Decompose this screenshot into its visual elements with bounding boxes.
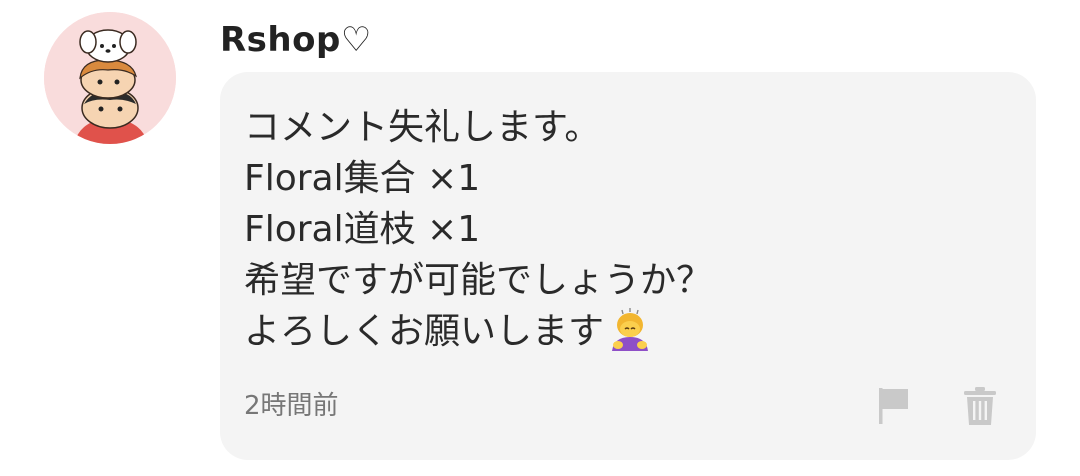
comment-message: コメント失礼します。 Floral集合 ×1 Floral道枝 ×1 希望ですが… xyxy=(244,102,1024,357)
comment-item: Rshop♡ コメント失礼します。 Floral集合 ×1 Floral道枝 ×… xyxy=(0,0,1080,476)
message-line: Floral集合 ×1 xyxy=(244,158,481,199)
username[interactable]: Rshop♡ xyxy=(220,12,372,68)
message-line: コメント失礼します。 xyxy=(244,107,601,148)
report-button[interactable] xyxy=(872,382,916,430)
person-bowing-emoji-icon xyxy=(612,308,649,351)
avatar-character-icon xyxy=(44,12,176,144)
comment-bubble: コメント失礼します。 Floral集合 ×1 Floral道枝 ×1 希望ですが… xyxy=(220,72,1036,460)
message-line-last: よろしくお願いします xyxy=(244,306,1024,357)
avatar[interactable] xyxy=(44,12,176,144)
message-line-text: よろしくお願いします xyxy=(244,311,605,352)
message-line: Floral道枝 ×1 xyxy=(244,209,481,250)
flag-icon xyxy=(879,388,908,424)
message-line: 希望ですが可能でしょうか？ xyxy=(244,260,713,301)
delete-button[interactable] xyxy=(958,382,1002,430)
comment-timestamp: 2時間前 xyxy=(244,391,339,421)
trash-icon xyxy=(964,387,996,425)
